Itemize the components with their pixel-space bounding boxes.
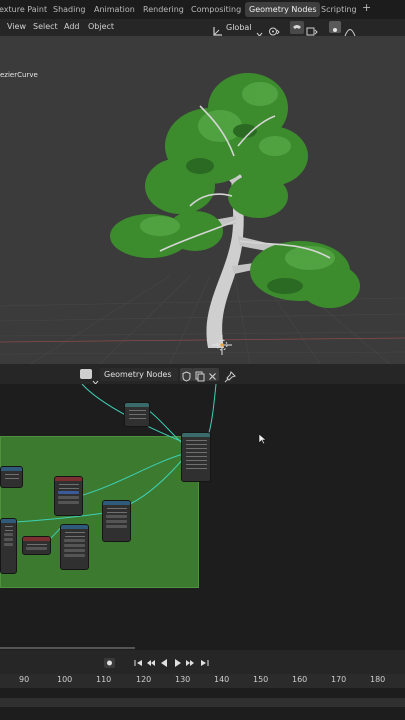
menu-view[interactable]: View xyxy=(7,22,26,31)
frame-tick: 130 xyxy=(175,675,191,684)
shield-icon[interactable] xyxy=(180,368,193,382)
node-frame-a[interactable] xyxy=(0,466,23,488)
tab-shading[interactable]: Shading xyxy=(53,2,86,17)
timeline-track-area[interactable] xyxy=(0,688,405,720)
frame-tick: 120 xyxy=(136,675,152,684)
object-name-label: ezierCurve xyxy=(0,71,38,79)
mouse-cursor xyxy=(258,430,267,449)
menu-select[interactable]: Select xyxy=(33,22,58,31)
node-tree-icon[interactable] xyxy=(80,369,92,379)
tab-rendering[interactable]: Rendering xyxy=(143,2,184,17)
play-icon[interactable] xyxy=(172,658,183,668)
node-frame-d[interactable] xyxy=(0,518,17,574)
frame-tick: 100 xyxy=(57,675,73,684)
node-frame-c[interactable] xyxy=(102,500,131,542)
scene-render xyxy=(0,73,405,364)
viewport-header: View Select Add Object Global xyxy=(0,19,405,37)
menu-object[interactable]: Object xyxy=(88,22,114,31)
orientation-dropdown[interactable]: Global xyxy=(226,21,252,34)
frame-tick: 110 xyxy=(96,675,112,684)
frame-tick: 150 xyxy=(253,675,269,684)
proportional-icon[interactable] xyxy=(329,21,341,33)
jump-end-icon[interactable] xyxy=(199,658,210,668)
node-frame-e[interactable] xyxy=(22,536,51,555)
node-editor-canvas[interactable] xyxy=(0,384,405,650)
workspace-tabs: exture Paint Shading Animation Rendering… xyxy=(0,0,405,19)
next-keyframe-icon[interactable] xyxy=(185,658,196,668)
node-frame-f[interactable] xyxy=(60,524,89,570)
tab-scripting[interactable]: Scripting xyxy=(321,2,357,17)
tab-compositing[interactable]: Compositing xyxy=(191,2,241,17)
snap-magnet-icon[interactable] xyxy=(290,21,304,34)
horizontal-scrollbar[interactable] xyxy=(0,647,135,649)
3d-viewport[interactable] xyxy=(0,36,405,364)
node-editor-header: Geometry Nodes xyxy=(0,364,405,385)
frame-tick: 170 xyxy=(331,675,347,684)
tab-animation[interactable]: Animation xyxy=(94,2,135,17)
tab-geometry-nodes[interactable]: Geometry Nodes xyxy=(245,2,321,17)
frame-tick: 160 xyxy=(292,675,308,684)
node-links xyxy=(15,384,217,540)
close-icon[interactable] xyxy=(206,368,219,381)
record-icon[interactable] xyxy=(104,658,115,668)
add-workspace-button[interactable]: + xyxy=(362,0,371,15)
node-group-output[interactable] xyxy=(181,432,211,482)
node-input[interactable] xyxy=(124,402,150,427)
frame-tick: 90 xyxy=(19,675,30,684)
menu-add[interactable]: Add xyxy=(64,22,80,31)
duplicate-icon[interactable] xyxy=(193,368,206,382)
timeline-ruler[interactable]: 90 100 110 120 130 140 150 160 170 180 xyxy=(0,674,405,688)
frame-tick: 180 xyxy=(370,675,386,684)
node-tree-name[interactable]: Geometry Nodes xyxy=(104,370,171,379)
tab-texture-paint[interactable]: exture Paint xyxy=(0,2,47,17)
play-reverse-icon[interactable] xyxy=(159,658,170,668)
node-frame-b[interactable] xyxy=(54,476,83,516)
jump-start-icon[interactable] xyxy=(133,658,144,668)
prev-keyframe-icon[interactable] xyxy=(145,658,156,668)
frame-tick: 140 xyxy=(214,675,230,684)
